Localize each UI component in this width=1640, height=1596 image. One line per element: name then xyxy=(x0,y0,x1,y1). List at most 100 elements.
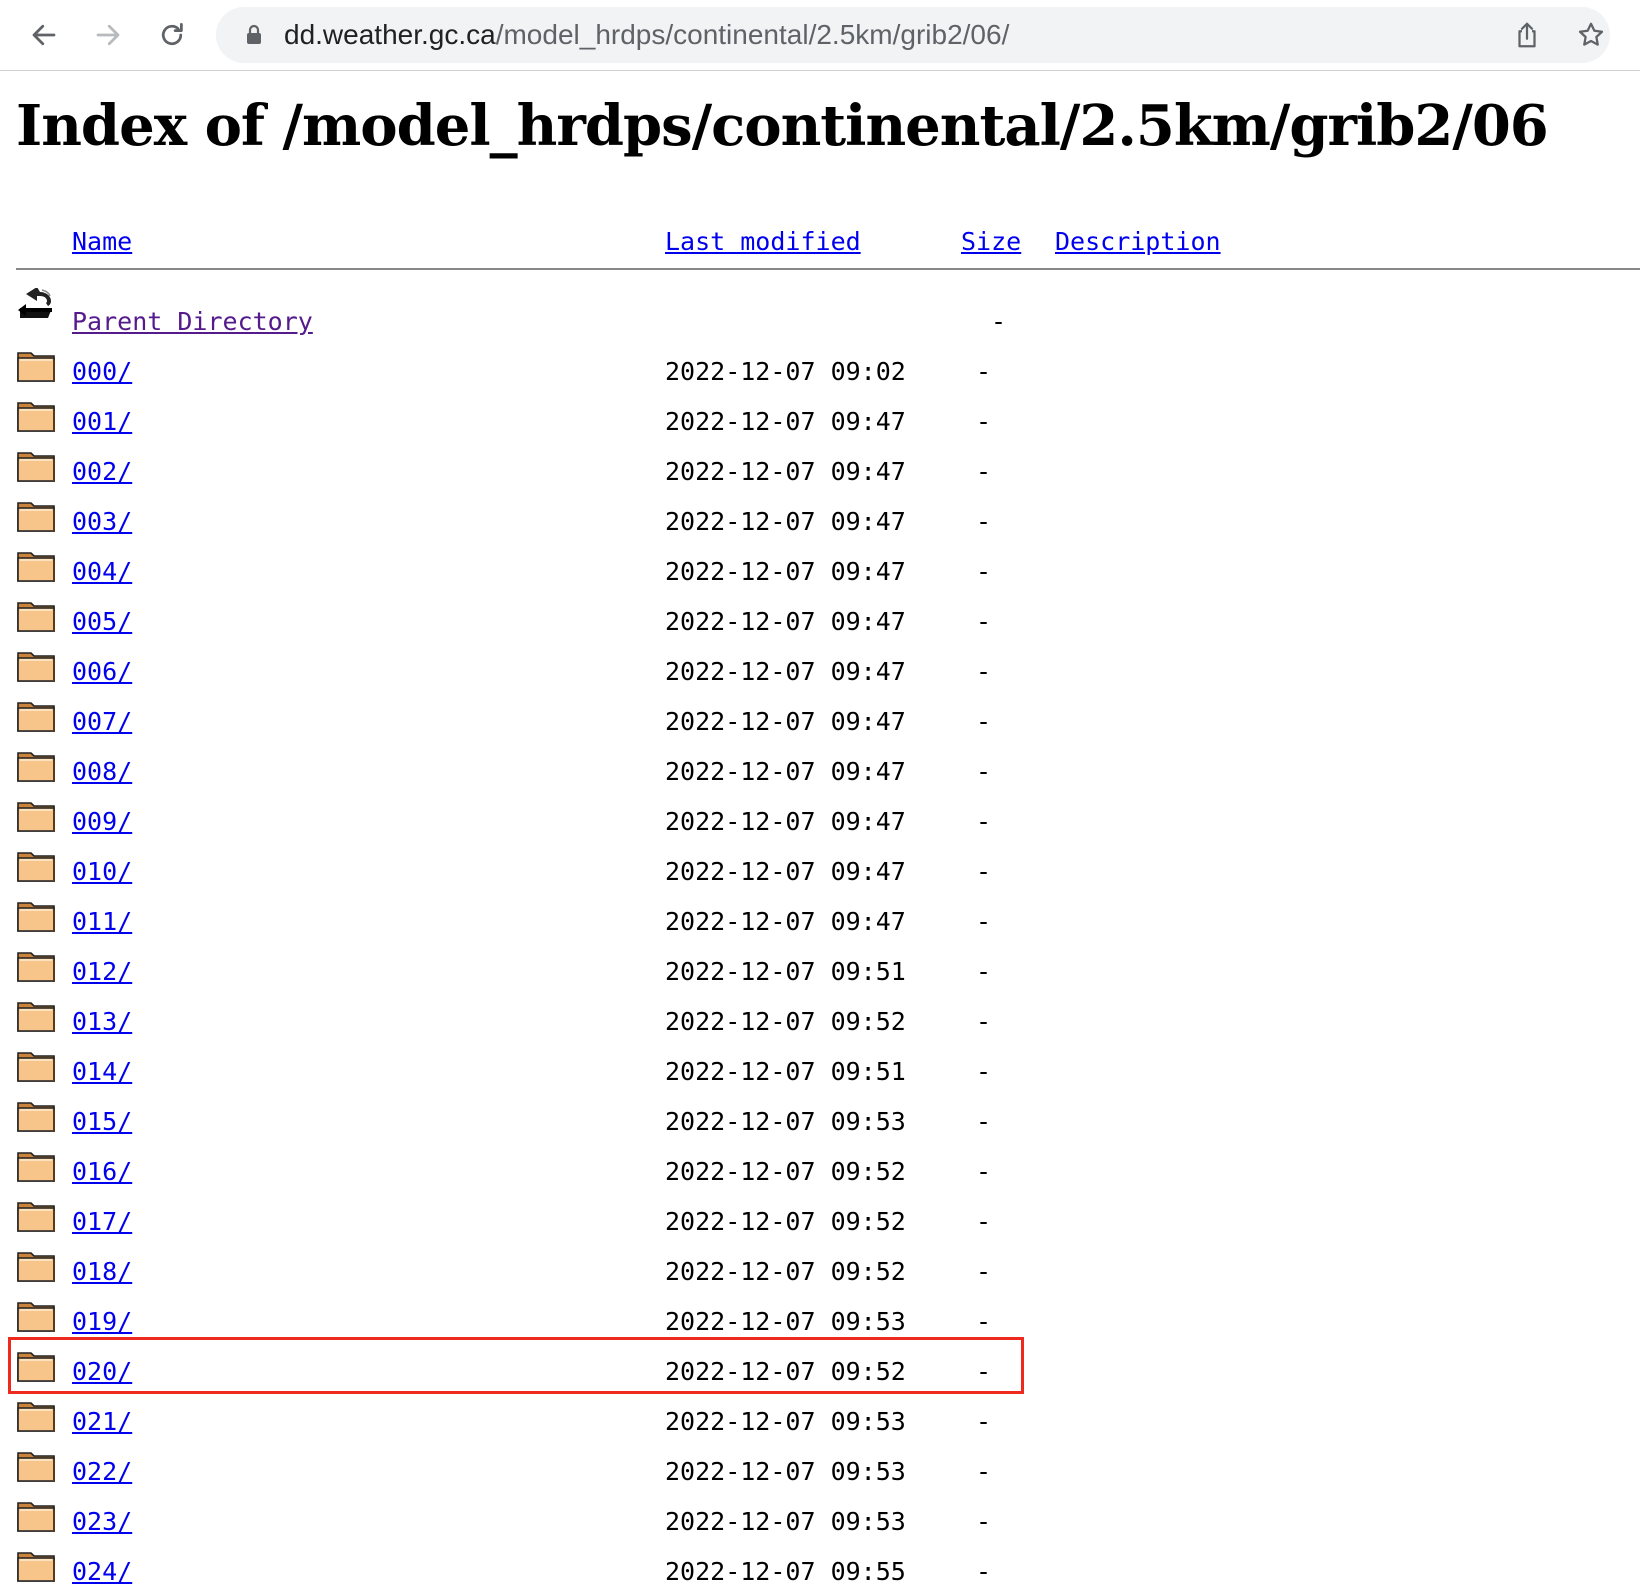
parent-directory-row: Parent Directory - xyxy=(0,287,1640,346)
size: - xyxy=(976,707,992,736)
folder-link[interactable]: 018/ xyxy=(72,1257,132,1286)
sort-by-size-link[interactable]: Size xyxy=(961,227,1021,256)
folder-icon xyxy=(16,348,58,384)
folder-link-wrap[interactable]: 017/ xyxy=(72,1204,132,1240)
folder-link-wrap[interactable]: 024/ xyxy=(72,1554,132,1590)
folder-link[interactable]: 011/ xyxy=(72,907,132,936)
folder-link-wrap[interactable]: 019/ xyxy=(72,1304,132,1340)
size: - xyxy=(976,507,992,536)
folder-icon xyxy=(16,398,58,434)
bookmark-button[interactable] xyxy=(1576,20,1606,50)
column-header-description[interactable]: Description xyxy=(1055,224,1221,260)
folder-link-wrap[interactable]: 001/ xyxy=(72,404,132,440)
size: - xyxy=(976,1207,992,1236)
folder-link-wrap[interactable]: 007/ xyxy=(72,704,132,740)
folder-link[interactable]: 009/ xyxy=(72,807,132,836)
back-folder-icon xyxy=(16,287,58,324)
column-header-name[interactable]: Name xyxy=(72,224,132,260)
folder-link[interactable]: 001/ xyxy=(72,407,132,436)
folder-icon xyxy=(16,1298,58,1334)
folder-link[interactable]: 017/ xyxy=(72,1207,132,1236)
folder-link-wrap[interactable]: 015/ xyxy=(72,1104,132,1140)
highlight-box xyxy=(8,1337,1024,1394)
back-arrow-icon xyxy=(32,24,56,46)
folder-icon xyxy=(16,1148,58,1184)
folder-icon xyxy=(16,1098,58,1134)
folder-link[interactable]: 015/ xyxy=(72,1107,132,1136)
folder-link[interactable]: 006/ xyxy=(72,657,132,686)
folder-icon xyxy=(16,1398,58,1434)
folder-link[interactable]: 010/ xyxy=(72,857,132,886)
folder-link[interactable]: 019/ xyxy=(72,1307,132,1336)
sort-by-description-link[interactable]: Description xyxy=(1055,227,1221,256)
column-header-size[interactable]: Size xyxy=(961,224,1021,260)
star-icon xyxy=(1578,22,1604,46)
size: - xyxy=(976,907,992,936)
folder-link[interactable]: 008/ xyxy=(72,757,132,786)
folder-link-wrap[interactable]: 009/ xyxy=(72,804,132,840)
url-text[interactable]: dd.weather.gc.ca/model_hrdps/continental… xyxy=(284,19,1009,51)
address-bar[interactable]: dd.weather.gc.ca/model_hrdps/continental… xyxy=(216,7,1610,63)
sort-by-last-modified-link[interactable]: Last modified xyxy=(665,227,861,256)
list-item-008: 008/ 2022-12-07 09:47 - xyxy=(0,746,1640,796)
folder-link[interactable]: 004/ xyxy=(72,557,132,586)
last-modified: 2022-12-07 09:53 xyxy=(665,1307,906,1336)
folder-link-wrap[interactable]: 022/ xyxy=(72,1454,132,1490)
size: - xyxy=(976,1457,992,1486)
folder-link[interactable]: 012/ xyxy=(72,957,132,986)
folder-icon xyxy=(16,1248,58,1284)
folder-link-wrap[interactable]: 005/ xyxy=(72,604,132,640)
folder-link-wrap[interactable]: 003/ xyxy=(72,504,132,540)
list-item-018: 018/ 2022-12-07 09:52 - xyxy=(0,1246,1640,1296)
size: - xyxy=(976,407,992,436)
last-modified: 2022-12-07 09:51 xyxy=(665,1057,906,1086)
folder-link[interactable]: 024/ xyxy=(72,1557,132,1586)
header-divider xyxy=(16,268,1640,270)
folder-link[interactable]: 016/ xyxy=(72,1157,132,1186)
list-item-004: 004/ 2022-12-07 09:47 - xyxy=(0,546,1640,596)
folder-link-wrap[interactable]: 004/ xyxy=(72,554,132,590)
size: - xyxy=(976,607,992,636)
share-button[interactable] xyxy=(1512,20,1542,50)
forward-button[interactable] xyxy=(88,15,128,55)
folder-link-wrap[interactable]: 021/ xyxy=(72,1404,132,1440)
folder-link-wrap[interactable]: 023/ xyxy=(72,1504,132,1540)
list-item-006: 006/ 2022-12-07 09:47 - xyxy=(0,646,1640,696)
folder-link-wrap[interactable]: 000/ xyxy=(72,354,132,390)
last-modified: 2022-12-07 09:47 xyxy=(665,607,906,636)
folder-link-wrap[interactable]: 011/ xyxy=(72,904,132,940)
folder-link[interactable]: 021/ xyxy=(72,1407,132,1436)
folder-link[interactable]: 000/ xyxy=(72,357,132,386)
folder-link-wrap[interactable]: 006/ xyxy=(72,654,132,690)
folder-link[interactable]: 002/ xyxy=(72,457,132,486)
folder-link-wrap[interactable]: 014/ xyxy=(72,1054,132,1090)
list-item-009: 009/ 2022-12-07 09:47 - xyxy=(0,796,1640,846)
size: - xyxy=(976,807,992,836)
folder-link-wrap[interactable]: 012/ xyxy=(72,954,132,990)
folder-link-wrap[interactable]: 013/ xyxy=(72,1004,132,1040)
column-header-last-modified[interactable]: Last modified xyxy=(665,224,861,260)
back-button[interactable] xyxy=(24,15,64,55)
size: - xyxy=(976,1007,992,1036)
folder-link[interactable]: 003/ xyxy=(72,507,132,536)
folder-link-wrap[interactable]: 010/ xyxy=(72,854,132,890)
folder-link-wrap[interactable]: 018/ xyxy=(72,1254,132,1290)
folder-link[interactable]: 023/ xyxy=(72,1507,132,1536)
sort-by-name-link[interactable]: Name xyxy=(72,227,132,256)
folder-link-wrap[interactable]: 002/ xyxy=(72,454,132,490)
list-item-013: 013/ 2022-12-07 09:52 - xyxy=(0,996,1640,1046)
reload-button[interactable] xyxy=(152,15,192,55)
folder-link[interactable]: 007/ xyxy=(72,707,132,736)
folder-link[interactable]: 022/ xyxy=(72,1457,132,1486)
last-modified: 2022-12-07 09:51 xyxy=(665,957,906,986)
folder-link[interactable]: 014/ xyxy=(72,1057,132,1086)
folder-link[interactable]: 005/ xyxy=(72,607,132,636)
folder-icon xyxy=(16,1448,58,1484)
parent-directory-link-wrap[interactable]: Parent Directory xyxy=(72,304,313,340)
url-host: dd.weather.gc.ca xyxy=(284,19,496,50)
parent-directory-link[interactable]: Parent Directory xyxy=(72,307,313,336)
folder-link-wrap[interactable]: 008/ xyxy=(72,754,132,790)
list-item-015: 015/ 2022-12-07 09:53 - xyxy=(0,1096,1640,1146)
folder-link-wrap[interactable]: 016/ xyxy=(72,1154,132,1190)
folder-link[interactable]: 013/ xyxy=(72,1007,132,1036)
